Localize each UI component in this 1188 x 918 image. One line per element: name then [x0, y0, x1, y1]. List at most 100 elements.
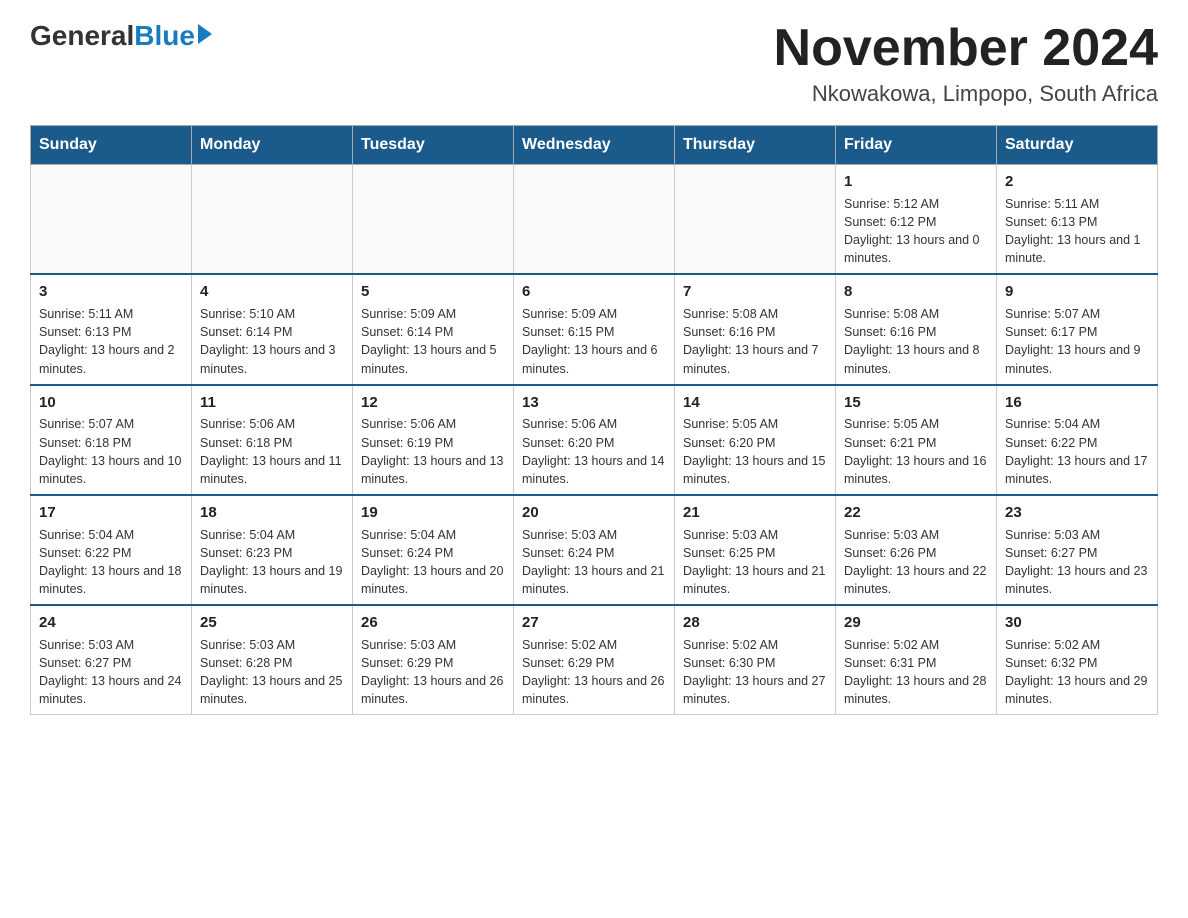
- day-number: 16: [1005, 392, 1149, 414]
- day-info: Sunrise: 5:03 AMSunset: 6:29 PMDaylight:…: [361, 636, 505, 709]
- calendar-cell: 21Sunrise: 5:03 AMSunset: 6:25 PMDayligh…: [675, 495, 836, 605]
- page-header: General Blue November 2024 Nkowakowa, Li…: [30, 20, 1158, 107]
- calendar-cell: [31, 165, 192, 275]
- day-of-week-header: Tuesday: [353, 126, 514, 165]
- day-info: Sunrise: 5:03 AMSunset: 6:25 PMDaylight:…: [683, 526, 827, 599]
- calendar-cell: 26Sunrise: 5:03 AMSunset: 6:29 PMDayligh…: [353, 605, 514, 715]
- calendar-header-row: SundayMondayTuesdayWednesdayThursdayFrid…: [31, 126, 1158, 165]
- logo-blue-container: Blue: [134, 20, 212, 52]
- calendar-table: SundayMondayTuesdayWednesdayThursdayFrid…: [30, 125, 1158, 715]
- day-number: 1: [844, 171, 988, 193]
- day-of-week-header: Sunday: [31, 126, 192, 165]
- day-info: Sunrise: 5:04 AMSunset: 6:22 PMDaylight:…: [39, 526, 183, 599]
- day-info: Sunrise: 5:05 AMSunset: 6:21 PMDaylight:…: [844, 415, 988, 488]
- calendar-cell: 29Sunrise: 5:02 AMSunset: 6:31 PMDayligh…: [836, 605, 997, 715]
- day-info: Sunrise: 5:11 AMSunset: 6:13 PMDaylight:…: [39, 305, 183, 378]
- day-info: Sunrise: 5:11 AMSunset: 6:13 PMDaylight:…: [1005, 195, 1149, 268]
- calendar-cell: 22Sunrise: 5:03 AMSunset: 6:26 PMDayligh…: [836, 495, 997, 605]
- calendar-cell: 4Sunrise: 5:10 AMSunset: 6:14 PMDaylight…: [192, 274, 353, 384]
- day-number: 27: [522, 612, 666, 634]
- day-number: 15: [844, 392, 988, 414]
- day-info: Sunrise: 5:06 AMSunset: 6:18 PMDaylight:…: [200, 415, 344, 488]
- calendar-week-row: 3Sunrise: 5:11 AMSunset: 6:13 PMDaylight…: [31, 274, 1158, 384]
- day-number: 7: [683, 281, 827, 303]
- day-number: 19: [361, 502, 505, 524]
- day-of-week-header: Monday: [192, 126, 353, 165]
- calendar-cell: 5Sunrise: 5:09 AMSunset: 6:14 PMDaylight…: [353, 274, 514, 384]
- day-info: Sunrise: 5:05 AMSunset: 6:20 PMDaylight:…: [683, 415, 827, 488]
- day-info: Sunrise: 5:09 AMSunset: 6:14 PMDaylight:…: [361, 305, 505, 378]
- calendar-week-row: 1Sunrise: 5:12 AMSunset: 6:12 PMDaylight…: [31, 165, 1158, 275]
- day-info: Sunrise: 5:02 AMSunset: 6:29 PMDaylight:…: [522, 636, 666, 709]
- day-number: 18: [200, 502, 344, 524]
- calendar-cell: 11Sunrise: 5:06 AMSunset: 6:18 PMDayligh…: [192, 385, 353, 495]
- calendar-cell: 25Sunrise: 5:03 AMSunset: 6:28 PMDayligh…: [192, 605, 353, 715]
- day-info: Sunrise: 5:04 AMSunset: 6:23 PMDaylight:…: [200, 526, 344, 599]
- calendar-cell: 24Sunrise: 5:03 AMSunset: 6:27 PMDayligh…: [31, 605, 192, 715]
- day-number: 17: [39, 502, 183, 524]
- day-number: 11: [200, 392, 344, 414]
- calendar-cell: 1Sunrise: 5:12 AMSunset: 6:12 PMDaylight…: [836, 165, 997, 275]
- day-number: 13: [522, 392, 666, 414]
- calendar-cell: 23Sunrise: 5:03 AMSunset: 6:27 PMDayligh…: [997, 495, 1158, 605]
- calendar-cell: 6Sunrise: 5:09 AMSunset: 6:15 PMDaylight…: [514, 274, 675, 384]
- calendar-cell: 19Sunrise: 5:04 AMSunset: 6:24 PMDayligh…: [353, 495, 514, 605]
- calendar-cell: 27Sunrise: 5:02 AMSunset: 6:29 PMDayligh…: [514, 605, 675, 715]
- logo: General Blue: [30, 20, 212, 52]
- day-number: 30: [1005, 612, 1149, 634]
- logo-arrow-icon: [198, 24, 212, 44]
- calendar-cell: 9Sunrise: 5:07 AMSunset: 6:17 PMDaylight…: [997, 274, 1158, 384]
- day-info: Sunrise: 5:02 AMSunset: 6:30 PMDaylight:…: [683, 636, 827, 709]
- calendar-cell: [353, 165, 514, 275]
- calendar-cell: 18Sunrise: 5:04 AMSunset: 6:23 PMDayligh…: [192, 495, 353, 605]
- location-subtitle: Nkowakowa, Limpopo, South Africa: [774, 81, 1158, 107]
- day-number: 12: [361, 392, 505, 414]
- day-of-week-header: Friday: [836, 126, 997, 165]
- day-info: Sunrise: 5:06 AMSunset: 6:20 PMDaylight:…: [522, 415, 666, 488]
- day-info: Sunrise: 5:02 AMSunset: 6:32 PMDaylight:…: [1005, 636, 1149, 709]
- month-title: November 2024: [774, 20, 1158, 77]
- day-number: 6: [522, 281, 666, 303]
- calendar-cell: 10Sunrise: 5:07 AMSunset: 6:18 PMDayligh…: [31, 385, 192, 495]
- calendar-cell: 15Sunrise: 5:05 AMSunset: 6:21 PMDayligh…: [836, 385, 997, 495]
- day-info: Sunrise: 5:09 AMSunset: 6:15 PMDaylight:…: [522, 305, 666, 378]
- day-of-week-header: Saturday: [997, 126, 1158, 165]
- day-number: 2: [1005, 171, 1149, 193]
- calendar-week-row: 24Sunrise: 5:03 AMSunset: 6:27 PMDayligh…: [31, 605, 1158, 715]
- calendar-cell: 12Sunrise: 5:06 AMSunset: 6:19 PMDayligh…: [353, 385, 514, 495]
- day-number: 5: [361, 281, 505, 303]
- calendar-cell: [514, 165, 675, 275]
- day-info: Sunrise: 5:10 AMSunset: 6:14 PMDaylight:…: [200, 305, 344, 378]
- calendar-cell: [675, 165, 836, 275]
- calendar-cell: 7Sunrise: 5:08 AMSunset: 6:16 PMDaylight…: [675, 274, 836, 384]
- day-info: Sunrise: 5:07 AMSunset: 6:17 PMDaylight:…: [1005, 305, 1149, 378]
- day-info: Sunrise: 5:06 AMSunset: 6:19 PMDaylight:…: [361, 415, 505, 488]
- day-info: Sunrise: 5:08 AMSunset: 6:16 PMDaylight:…: [683, 305, 827, 378]
- logo-general-text: General: [30, 20, 134, 52]
- day-info: Sunrise: 5:08 AMSunset: 6:16 PMDaylight:…: [844, 305, 988, 378]
- day-info: Sunrise: 5:03 AMSunset: 6:27 PMDaylight:…: [39, 636, 183, 709]
- title-section: November 2024 Nkowakowa, Limpopo, South …: [774, 20, 1158, 107]
- day-number: 3: [39, 281, 183, 303]
- calendar-cell: [192, 165, 353, 275]
- day-number: 9: [1005, 281, 1149, 303]
- day-number: 28: [683, 612, 827, 634]
- calendar-cell: 3Sunrise: 5:11 AMSunset: 6:13 PMDaylight…: [31, 274, 192, 384]
- day-number: 26: [361, 612, 505, 634]
- day-of-week-header: Thursday: [675, 126, 836, 165]
- calendar-week-row: 10Sunrise: 5:07 AMSunset: 6:18 PMDayligh…: [31, 385, 1158, 495]
- day-number: 10: [39, 392, 183, 414]
- day-number: 21: [683, 502, 827, 524]
- calendar-cell: 17Sunrise: 5:04 AMSunset: 6:22 PMDayligh…: [31, 495, 192, 605]
- calendar-cell: 8Sunrise: 5:08 AMSunset: 6:16 PMDaylight…: [836, 274, 997, 384]
- day-number: 14: [683, 392, 827, 414]
- day-info: Sunrise: 5:03 AMSunset: 6:28 PMDaylight:…: [200, 636, 344, 709]
- day-number: 24: [39, 612, 183, 634]
- day-of-week-header: Wednesday: [514, 126, 675, 165]
- day-number: 25: [200, 612, 344, 634]
- day-info: Sunrise: 5:03 AMSunset: 6:26 PMDaylight:…: [844, 526, 988, 599]
- day-info: Sunrise: 5:04 AMSunset: 6:24 PMDaylight:…: [361, 526, 505, 599]
- day-info: Sunrise: 5:03 AMSunset: 6:24 PMDaylight:…: [522, 526, 666, 599]
- calendar-cell: 13Sunrise: 5:06 AMSunset: 6:20 PMDayligh…: [514, 385, 675, 495]
- day-number: 4: [200, 281, 344, 303]
